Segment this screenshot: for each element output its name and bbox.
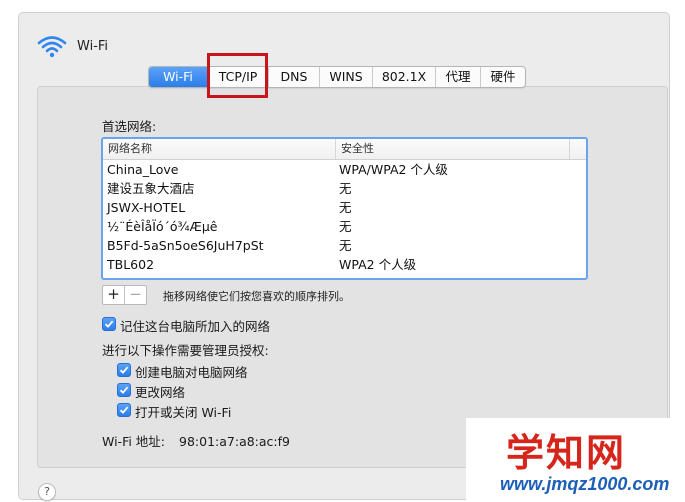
network-name: 建设五象大酒店 [107,181,195,196]
table-header: 网络名称 安全性 [103,139,586,160]
network-name: B5Fd-5aSn5oeS6JuH7pSt [107,238,264,253]
network-security: 无 [339,181,352,196]
wifi-address-value: 98:01:a7:a8:ac:f9 [179,434,290,449]
tab-hardware[interactable]: 硬件 [480,67,525,87]
network-security: 无 [339,238,352,253]
preferred-networks-label: 首选网络: [102,119,157,134]
network-security: WPA2 个人级 [339,257,417,272]
toggle-wifi-label: 打开或关闭 Wi-Fi [135,405,232,420]
remember-networks-label: 记住这台电脑所加入的网络 [120,319,271,334]
checkmark-icon [104,320,114,328]
change-network-label: 更改网络 [135,385,186,400]
tab-bar: Wi-Fi TCP/IP DNS WINS 802.1X 代理 硬件 [148,66,526,88]
tab-wins[interactable]: WINS [319,67,372,87]
preferred-networks-table[interactable]: 网络名称 安全性 China_Love WPA/WPA2 个人级 建设五象大酒店… [101,137,588,280]
toggle-wifi-checkbox[interactable] [117,403,131,417]
drag-hint-text: 拖移网络使它们按您喜欢的顺序排列。 [163,290,350,303]
watermark-url: www.jmqz1000.com [500,474,670,494]
network-name: ½¨ÉèÎåÏó´ó¾Æµê [107,219,218,234]
checkmark-icon [119,386,129,394]
change-network-checkbox[interactable] [117,383,131,397]
table-row[interactable]: JSWX-HOTEL 无 [103,198,586,217]
watermark: 学知网 www.jmqz1000.com [466,418,685,502]
network-name: China_Love [107,162,179,177]
network-name: TBL602 [107,257,155,272]
watermark-logo-text: 学知网 [506,431,627,475]
table-row[interactable]: ½¨ÉèÎåÏó´ó¾Æµê 无 [103,217,586,236]
wifi-address-label: Wi-Fi 地址: [102,434,166,449]
wifi-icon [37,36,67,58]
tab-8021x[interactable]: 802.1X [372,67,435,87]
tab-highlight-box [207,53,268,98]
wifi-address: Wi-Fi 地址: 98:01:a7:a8:ac:f9 [102,431,290,450]
create-computer-network-checkbox[interactable] [117,363,131,377]
column-header-name[interactable]: 网络名称 [103,139,336,159]
remember-networks-checkbox[interactable] [102,317,116,331]
table-row[interactable]: 建设五象大酒店 无 [103,179,586,198]
checkmark-icon [119,366,129,374]
create-computer-network-label: 创建电脑对电脑网络 [135,365,248,380]
checkmark-icon [119,406,129,414]
window-title: Wi-Fi [77,38,109,54]
remove-network-button[interactable]: − [124,286,146,304]
add-remove-control: + − [102,285,147,305]
table-row[interactable]: B5Fd-5aSn5oeS6JuH7pSt 无 [103,236,586,255]
network-security: 无 [339,200,352,215]
table-row[interactable]: China_Love WPA/WPA2 个人级 [103,160,586,179]
add-network-button[interactable]: + [103,286,124,304]
network-security: 无 [339,219,352,234]
admin-auth-label: 进行以下操作需要管理员授权: [102,343,269,358]
tab-dns[interactable]: DNS [268,67,319,87]
column-header-security[interactable]: 安全性 [336,139,570,159]
tab-wifi[interactable]: Wi-Fi [149,67,207,87]
window-header: Wi-Fi [37,30,108,62]
network-security: WPA/WPA2 个人级 [339,162,448,177]
network-name: JSWX-HOTEL [107,200,186,215]
tab-proxy[interactable]: 代理 [435,67,480,87]
table-row[interactable]: TBL602 WPA2 个人级 [103,255,586,274]
help-button[interactable]: ? [38,483,56,501]
